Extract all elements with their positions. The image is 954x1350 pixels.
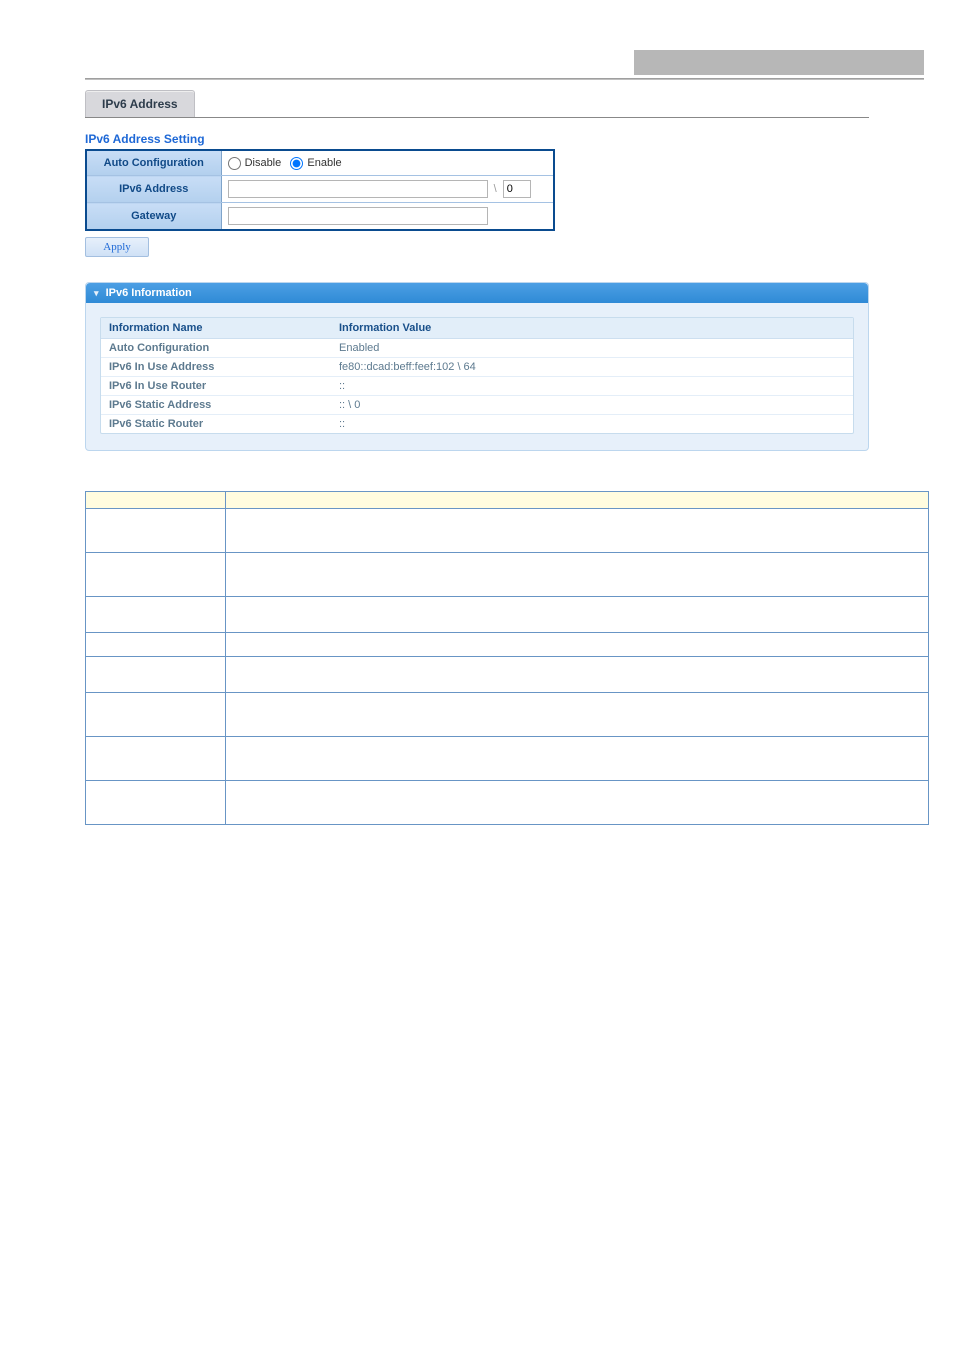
collapse-icon: ▾ <box>94 288 99 298</box>
table-row <box>86 781 929 825</box>
table-row <box>86 657 929 693</box>
desc-obj <box>86 509 226 553</box>
desc-text <box>226 633 929 657</box>
info-value: :: <box>331 377 853 396</box>
info-value: fe80::dcad:beff:feef:102 \ 64 <box>331 358 853 377</box>
disable-radio[interactable] <box>228 157 241 170</box>
desc-obj <box>86 737 226 781</box>
enable-radio-label[interactable]: Enable <box>290 157 341 169</box>
table-row <box>86 597 929 633</box>
ipv6-address-label: IPv6 Address <box>86 176 221 203</box>
disable-radio-label[interactable]: Disable <box>228 157 285 169</box>
desc-obj <box>86 553 226 597</box>
desc-header-description <box>226 492 929 509</box>
auto-config-label: Auto Configuration <box>86 150 221 176</box>
ipv6-settings-table: Auto Configuration Disable Enable IPv6 A… <box>85 149 555 231</box>
page-title: IPv6 Address <box>85 90 195 117</box>
desc-text <box>226 553 929 597</box>
gateway-label: Gateway <box>86 203 221 231</box>
header-rule <box>85 78 924 80</box>
desc-text <box>226 597 929 633</box>
table-row: IPv6 Static Router :: <box>101 415 853 434</box>
ipv6-prefix-input[interactable] <box>503 180 531 198</box>
ipv6-address-input[interactable] <box>228 180 488 198</box>
table-row: IPv6 In Use Address fe80::dcad:beff:feef… <box>101 358 853 377</box>
prefix-separator: \ <box>494 183 497 195</box>
table-row: IPv6 Static Address :: \ 0 <box>101 396 853 415</box>
table-row <box>86 737 929 781</box>
ipv6-info-panel: ▾ IPv6 Information Information Name Info… <box>85 282 869 451</box>
info-name: IPv6 Static Router <box>101 415 331 434</box>
table-row <box>86 553 929 597</box>
info-col-name: Information Name <box>101 318 331 339</box>
desc-obj <box>86 633 226 657</box>
apply-button[interactable]: Apply <box>85 237 149 257</box>
info-panel-header[interactable]: ▾ IPv6 Information <box>86 283 868 303</box>
desc-obj <box>86 693 226 737</box>
ipv6-config-area: IPv6 Address IPv6 Address Setting Auto C… <box>85 90 869 451</box>
desc-text <box>226 509 929 553</box>
enable-text: Enable <box>307 157 341 169</box>
desc-text <box>226 693 929 737</box>
info-name: IPv6 In Use Router <box>101 377 331 396</box>
info-value: :: \ 0 <box>331 396 853 415</box>
description-table <box>85 491 929 825</box>
info-name: IPv6 Static Address <box>101 396 331 415</box>
desc-obj <box>86 597 226 633</box>
info-value: :: <box>331 415 853 434</box>
desc-obj <box>86 781 226 825</box>
table-row: Auto Configuration Enabled <box>101 339 853 358</box>
info-col-value: Information Value <box>331 318 853 339</box>
desc-obj <box>86 657 226 693</box>
desc-text <box>226 737 929 781</box>
info-panel-title: IPv6 Information <box>106 287 192 299</box>
desc-header-object <box>86 492 226 509</box>
table-row <box>86 633 929 657</box>
enable-radio[interactable] <box>290 157 303 170</box>
header-grey-block <box>634 50 924 75</box>
table-row <box>86 693 929 737</box>
title-row: IPv6 Address <box>85 90 869 118</box>
section-heading: IPv6 Address Setting <box>85 132 869 146</box>
gateway-input[interactable] <box>228 207 488 225</box>
desc-text <box>226 781 929 825</box>
table-row: IPv6 In Use Router :: <box>101 377 853 396</box>
info-name: IPv6 In Use Address <box>101 358 331 377</box>
auto-config-radiogroup: Disable Enable <box>228 157 348 169</box>
desc-text <box>226 657 929 693</box>
info-name: Auto Configuration <box>101 339 331 358</box>
ipv6-info-table: Information Name Information Value Auto … <box>101 318 853 433</box>
table-row <box>86 509 929 553</box>
document-header <box>30 20 924 80</box>
disable-text: Disable <box>245 157 282 169</box>
info-value: Enabled <box>331 339 853 358</box>
